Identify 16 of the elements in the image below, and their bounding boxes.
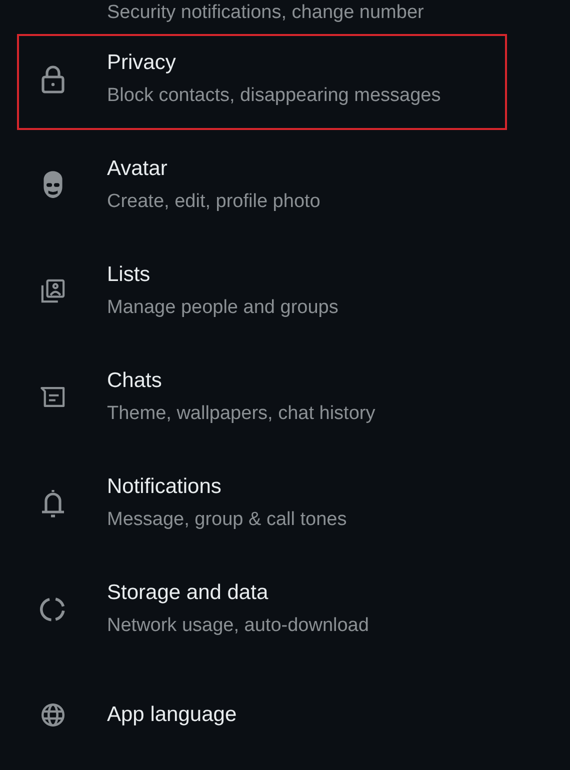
setting-description: Manage people and groups — [107, 296, 338, 320]
setting-description: Message, group & call tones — [107, 508, 347, 532]
setting-description: Theme, wallpapers, chat history — [107, 402, 376, 426]
setting-title[interactable]: Lists — [107, 261, 338, 289]
setting-title[interactable]: Chats — [107, 367, 376, 395]
setting-title[interactable]: Avatar — [107, 155, 320, 183]
setting-title[interactable]: Storage and data — [107, 579, 369, 607]
setting-title[interactable]: App language — [107, 701, 237, 729]
bell-icon — [40, 487, 66, 519]
setting-title[interactable]: Notifications — [107, 473, 347, 501]
setting-description: Network usage, auto-download — [107, 614, 369, 638]
lock-icon — [40, 64, 66, 94]
setting-description: Create, edit, profile photo — [107, 190, 320, 214]
setting-title[interactable]: Privacy — [107, 49, 441, 77]
setting-description: Block contacts, disappearing messages — [107, 84, 441, 108]
setting-description: Security notifications, change number — [107, 1, 424, 25]
